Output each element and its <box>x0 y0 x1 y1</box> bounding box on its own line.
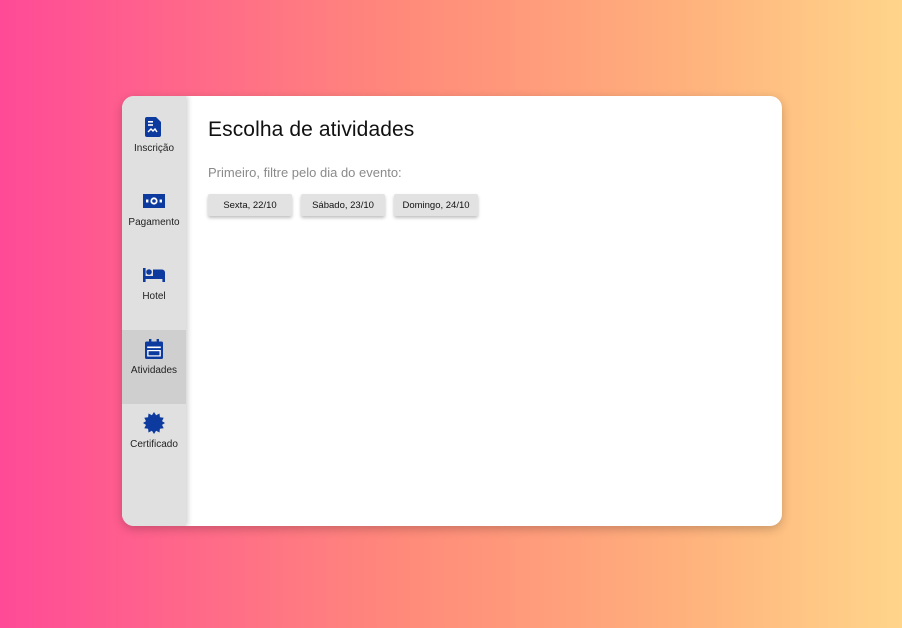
sidebar-item-label: Hotel <box>142 291 166 302</box>
sidebar-item-hotel[interactable]: Hotel <box>122 256 186 330</box>
money-icon <box>143 190 165 212</box>
sidebar-item-label: Atividades <box>130 365 178 376</box>
document-icon <box>143 116 165 138</box>
day-filter-group: Sexta, 22/10 Sábado, 23/10 Domingo, 24/1… <box>208 194 782 216</box>
main-content: Escolha de atividades Primeiro, filtre p… <box>186 96 782 526</box>
sidebar-item-label: Certificado <box>130 439 178 450</box>
filter-instruction: Primeiro, filtre pelo dia do evento: <box>208 165 402 180</box>
certificate-icon <box>143 412 165 434</box>
day-button-saturday[interactable]: Sábado, 23/10 <box>301 194 385 216</box>
sidebar-item-label: Pagamento <box>128 217 180 228</box>
page-title: Escolha de atividades <box>208 118 415 141</box>
sidebar-item-inscricao[interactable]: Inscrição <box>122 108 186 182</box>
day-button-friday[interactable]: Sexta, 22/10 <box>208 194 292 216</box>
dashboard-card: Inscrição Pagamento Hotel Atividades Cer… <box>122 96 782 526</box>
calendar-icon <box>143 338 165 360</box>
sidebar-item-atividades[interactable]: Atividades <box>122 330 186 404</box>
sidebar-item-label: Inscrição <box>133 143 174 154</box>
bed-icon <box>143 264 165 286</box>
sidebar: Inscrição Pagamento Hotel Atividades Cer… <box>122 96 186 526</box>
sidebar-item-certificado[interactable]: Certificado <box>122 404 186 478</box>
day-button-sunday[interactable]: Domingo, 24/10 <box>394 194 478 216</box>
sidebar-item-pagamento[interactable]: Pagamento <box>122 182 186 256</box>
